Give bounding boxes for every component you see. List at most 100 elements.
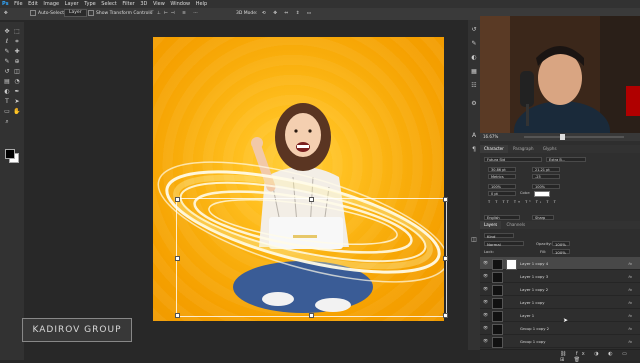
- stamp-icon[interactable]: ⊕: [13, 58, 21, 66]
- horizontal-scale-field[interactable]: 100%: [532, 184, 560, 189]
- font-style-field[interactable]: Extra B...: [546, 157, 586, 162]
- menu-file[interactable]: File: [12, 0, 24, 8]
- gradient-icon[interactable]: ▤: [3, 78, 11, 86]
- layer-row[interactable]: 👁 Group 1 copy 2 fx: [480, 322, 640, 335]
- move-icon[interactable]: ✥: [3, 28, 11, 36]
- layer-row[interactable]: 👁 Layer 1 fx: [480, 309, 640, 322]
- transform-handle-top[interactable]: [309, 197, 314, 202]
- transform-handle-top-right[interactable]: [443, 197, 448, 202]
- menu-type[interactable]: Type: [82, 0, 97, 8]
- blur-icon[interactable]: ◔: [13, 78, 21, 86]
- show-transform-option[interactable]: Show Transform Controls: [88, 8, 152, 20]
- brush-settings-icon[interactable]: ✎: [470, 40, 478, 48]
- move-tool-icon[interactable]: ✥: [4, 8, 8, 20]
- lasso-icon[interactable]: ℓ: [3, 38, 11, 46]
- transform-handle-bottom-right[interactable]: [443, 313, 448, 318]
- visibility-eye-icon[interactable]: 👁: [483, 326, 488, 330]
- zoom-slider-thumb[interactable]: [560, 134, 565, 140]
- healing-icon[interactable]: ✚: [13, 48, 21, 56]
- layer-mask-thumbnail[interactable]: [506, 259, 517, 270]
- layer-row[interactable]: 👁 Group 1 copy fx: [480, 335, 640, 348]
- menu-edit[interactable]: Edit: [26, 0, 40, 8]
- layers-icon[interactable]: ◫: [470, 236, 478, 244]
- menu-3d[interactable]: 3D: [138, 0, 149, 8]
- transform-handle-bottom[interactable]: [309, 313, 314, 318]
- layer-row[interactable]: 👁 Layer 1 copy 2 fx: [480, 283, 640, 296]
- visibility-eye-icon[interactable]: 👁: [483, 261, 488, 265]
- layer-effects-icon[interactable]: fx: [628, 270, 632, 283]
- layer-row[interactable]: 👁 Layer 1 copy 3 fx: [480, 270, 640, 283]
- type-style-buttons[interactable]: T T TT Tт T¹ T₁ T T: [488, 200, 558, 204]
- tab-paragraph[interactable]: Paragraph: [509, 145, 538, 153]
- auto-select-option[interactable]: Auto-Select:: [30, 8, 66, 20]
- menu-help[interactable]: Help: [194, 0, 209, 8]
- layer-actions-icons[interactable]: ⛓ fx ◑ ◐ ▭ ⊞ 🗑: [560, 351, 640, 363]
- vertical-scale-field[interactable]: 100%: [488, 184, 516, 189]
- layer-row[interactable]: 👁 Layer 1 copy 4 fx: [480, 257, 640, 270]
- tab-glyphs[interactable]: Glyphs: [539, 145, 561, 153]
- menu-view[interactable]: View: [151, 0, 167, 8]
- auto-select-checkbox[interactable]: [30, 9, 36, 16]
- pen-icon[interactable]: ✒: [13, 88, 21, 96]
- layer-effects-icon[interactable]: fx: [628, 335, 632, 348]
- fill-field[interactable]: 100%: [552, 249, 570, 255]
- menu-filter[interactable]: Filter: [120, 0, 136, 8]
- adjustments-icon[interactable]: ◐: [470, 54, 478, 62]
- font-size-field[interactable]: 30.86 pt: [488, 167, 516, 172]
- type-icon[interactable]: T: [3, 98, 11, 106]
- paragraph-icon[interactable]: ¶: [470, 146, 478, 154]
- visibility-eye-icon[interactable]: 👁: [483, 339, 488, 343]
- properties-icon[interactable]: ⚙: [470, 100, 478, 108]
- antialias-field[interactable]: Sharp: [532, 215, 554, 220]
- tab-layers[interactable]: Layers: [480, 221, 502, 229]
- path-selection-icon[interactable]: ➤: [13, 98, 21, 106]
- layer-effects-icon[interactable]: fx: [628, 257, 632, 270]
- dodge-icon[interactable]: ◐: [3, 88, 11, 96]
- layer-effects-icon[interactable]: fx: [628, 296, 632, 309]
- layer-row[interactable]: 👁 Layer 1 copy fx: [480, 296, 640, 309]
- libraries-icon[interactable]: ☷: [470, 82, 478, 90]
- tracking-field[interactable]: -25: [532, 174, 560, 179]
- font-family-field[interactable]: Futura Std: [484, 157, 542, 162]
- shape-icon[interactable]: ▭: [3, 108, 11, 116]
- transform-handle-right[interactable]: [443, 256, 448, 261]
- menu-layer[interactable]: Layer: [63, 0, 81, 8]
- auto-select-value[interactable]: Layer: [64, 8, 87, 17]
- transform-handle-bottom-left[interactable]: [175, 313, 180, 318]
- auto-select-dropdown[interactable]: Layer: [64, 8, 87, 20]
- align-icons[interactable]: ⊤⊥⊢⊣ ≡ ⋯: [150, 8, 201, 20]
- blend-mode-select[interactable]: Normal: [484, 241, 524, 247]
- tab-channels[interactable]: Channels: [503, 221, 530, 229]
- history-icon[interactable]: ↺: [470, 26, 478, 34]
- hand-icon[interactable]: ✋: [13, 108, 21, 116]
- language-field[interactable]: English: [484, 215, 520, 220]
- show-transform-checkbox[interactable]: [88, 9, 94, 16]
- character-icon[interactable]: A: [470, 132, 478, 140]
- swatches-icon[interactable]: ▦: [470, 68, 478, 76]
- zoom-icon[interactable]: ⌕: [3, 118, 11, 126]
- 3d-mode-icons[interactable]: ⟲ ✥ ⇔ ⇕ ▭: [262, 8, 314, 20]
- history-brush-icon[interactable]: ↺: [3, 68, 11, 76]
- brush-icon[interactable]: ✎: [3, 58, 11, 66]
- zoom-value[interactable]: 16.67%: [483, 134, 498, 139]
- text-color-swatch[interactable]: [534, 191, 550, 197]
- visibility-eye-icon[interactable]: 👁: [483, 287, 488, 291]
- layer-effects-icon[interactable]: fx: [628, 309, 632, 322]
- eyedropper-icon[interactable]: ✎: [3, 48, 11, 56]
- transform-handle-top-left[interactable]: [175, 197, 180, 202]
- menu-window[interactable]: Window: [168, 0, 192, 8]
- layer-filter-kind[interactable]: Kind: [484, 233, 514, 239]
- kerning-field[interactable]: Metrics: [488, 174, 516, 179]
- tab-character[interactable]: Character: [480, 145, 508, 153]
- opacity-field[interactable]: 100%: [552, 241, 570, 247]
- marquee-icon[interactable]: ⬚: [13, 28, 21, 36]
- zoom-slider[interactable]: [524, 136, 624, 138]
- free-transform-box[interactable]: [175, 197, 448, 318]
- baseline-field[interactable]: 0 pt: [488, 191, 516, 196]
- transform-handle-left[interactable]: [175, 256, 180, 261]
- menu-select[interactable]: Select: [99, 0, 118, 8]
- layer-effects-icon[interactable]: fx: [628, 322, 632, 335]
- leading-field[interactable]: 21.21 pt: [532, 167, 560, 172]
- menu-image[interactable]: Image: [41, 0, 61, 8]
- eraser-icon[interactable]: ◫: [13, 68, 21, 76]
